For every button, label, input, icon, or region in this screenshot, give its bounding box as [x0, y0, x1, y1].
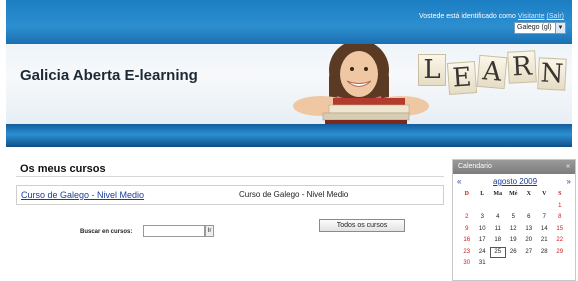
- calendar-day[interactable]: 6: [521, 212, 537, 224]
- calendar-empty-cell: [490, 201, 506, 213]
- calendar-day[interactable]: 5: [506, 212, 522, 224]
- calendar-empty-cell: [506, 258, 522, 270]
- calendar-day[interactable]: 28: [537, 247, 553, 259]
- search-go-button[interactable]: Ir: [205, 225, 214, 237]
- calendar-day[interactable]: 1: [552, 201, 568, 213]
- calendar-day[interactable]: 15: [552, 224, 568, 236]
- header-bottom-strip: [6, 124, 572, 147]
- calendar-empty-cell: [506, 201, 522, 213]
- language-select[interactable]: Galego (gl) ▼: [514, 22, 566, 34]
- chevron-down-icon: ▼: [555, 23, 565, 33]
- calendar-empty-cell: [475, 201, 491, 213]
- hide-block-icon[interactable]: «: [566, 160, 570, 174]
- calendar-block: Calendario « « agosto 2009 » D L Ma Mé X V S 1 2…: [452, 159, 576, 281]
- calendar-day[interactable]: 13: [521, 224, 537, 236]
- calendar-day[interactable]: 8: [552, 212, 568, 224]
- calendar-day[interactable]: 21: [537, 235, 553, 247]
- previous-month-button[interactable]: «: [457, 174, 461, 189]
- calendar-header: Calendario «: [453, 160, 575, 174]
- learn-blocks: L E A R N: [416, 50, 567, 95]
- login-text: Vostede está identificado como: [418, 13, 516, 20]
- weekday-header: Ma: [493, 191, 503, 197]
- next-month-button[interactable]: »: [567, 174, 571, 189]
- weekday-header: S: [558, 191, 562, 197]
- course-link[interactable]: Curso de Galego - Nivel Medio: [21, 190, 144, 200]
- all-courses-button[interactable]: Todos os cursos: [319, 219, 405, 232]
- calendar-day[interactable]: 31: [475, 258, 491, 270]
- calendar-day[interactable]: 26: [506, 247, 522, 259]
- calendar-title: Calendario: [458, 163, 492, 170]
- learn-block: A: [476, 54, 508, 90]
- calendar-day[interactable]: 16: [459, 235, 475, 247]
- calendar-day[interactable]: 12: [506, 224, 522, 236]
- course-list-item: Curso de Galego - Nivel Medio Curso de G…: [16, 185, 444, 205]
- calendar-day[interactable]: 29: [552, 247, 568, 259]
- calendar-day[interactable]: 4: [490, 212, 506, 224]
- weekday-header: D: [464, 191, 469, 197]
- calendar-day[interactable]: 7: [537, 212, 553, 224]
- calendar-day[interactable]: 14: [537, 224, 553, 236]
- language-select-value: Galego (gl): [517, 24, 552, 31]
- weekday-header: L: [480, 191, 485, 197]
- calendar-day[interactable]: 2: [459, 212, 475, 224]
- calendar-empty-cell: [459, 201, 475, 213]
- learn-block: L: [418, 54, 446, 86]
- calendar-empty-cell: [521, 201, 537, 213]
- weekday-header: Mé: [509, 191, 518, 197]
- weekday-header: V: [542, 191, 547, 197]
- calendar-empty-cell: [537, 258, 553, 270]
- calendar-day[interactable]: 3: [475, 212, 491, 224]
- calendar-month-link[interactable]: agosto 2009: [493, 174, 537, 189]
- calendar-day[interactable]: 11: [490, 224, 506, 236]
- calendar-day[interactable]: 10: [475, 224, 491, 236]
- calendar-day[interactable]: 20: [521, 235, 537, 247]
- calendar-empty-cell: [521, 258, 537, 270]
- learn-block: E: [446, 61, 478, 95]
- search-courses-label: Buscar en cursos:: [80, 229, 133, 235]
- calendar-empty-cell: [537, 201, 553, 213]
- login-info: Vostede está identificado como Visitante…: [419, 13, 564, 20]
- user-link[interactable]: Visitante: [518, 13, 545, 20]
- calendar-day[interactable]: 9: [459, 224, 475, 236]
- calendar-day[interactable]: 17: [475, 235, 491, 247]
- header-topbar: Vostede está identificado como Visitante…: [6, 0, 572, 44]
- calendar-empty-cell: [552, 258, 568, 270]
- calendar-grid: D L Ma Mé X V S 1 2 3 4 5 6 7 8 9 10 11 12 13 14 15 16 17 18 19 20…: [453, 189, 575, 270]
- calendar-empty-cell: [490, 258, 506, 270]
- weekday-header: X: [526, 191, 531, 197]
- calendar-nav: « agosto 2009 »: [453, 174, 575, 189]
- logout-link[interactable]: (Saír): [547, 13, 565, 20]
- learn-block: R: [507, 50, 537, 84]
- calendar-day[interactable]: 27: [521, 247, 537, 259]
- search-courses-input[interactable]: [143, 225, 205, 237]
- my-courses-block: Os meus cursos Curso de Galego - Nivel M…: [16, 161, 444, 281]
- calendar-day[interactable]: 25: [490, 246, 506, 258]
- calendar-day[interactable]: 19: [506, 235, 522, 247]
- site-title[interactable]: Galicia Aberta E-learning: [20, 67, 198, 84]
- courses-title: Os meus cursos: [16, 161, 444, 177]
- calendar-day[interactable]: 30: [459, 258, 475, 270]
- header-banner: Galicia Aberta E-learning L E A R N: [6, 44, 572, 124]
- learn-block: N: [537, 57, 567, 91]
- calendar-day[interactable]: 22: [552, 235, 568, 247]
- course-summary: Curso de Galego - Nivel Medio: [239, 190, 349, 199]
- calendar-day[interactable]: 18: [490, 235, 506, 247]
- calendar-day[interactable]: 24: [475, 247, 491, 259]
- calendar-day[interactable]: 23: [459, 247, 475, 259]
